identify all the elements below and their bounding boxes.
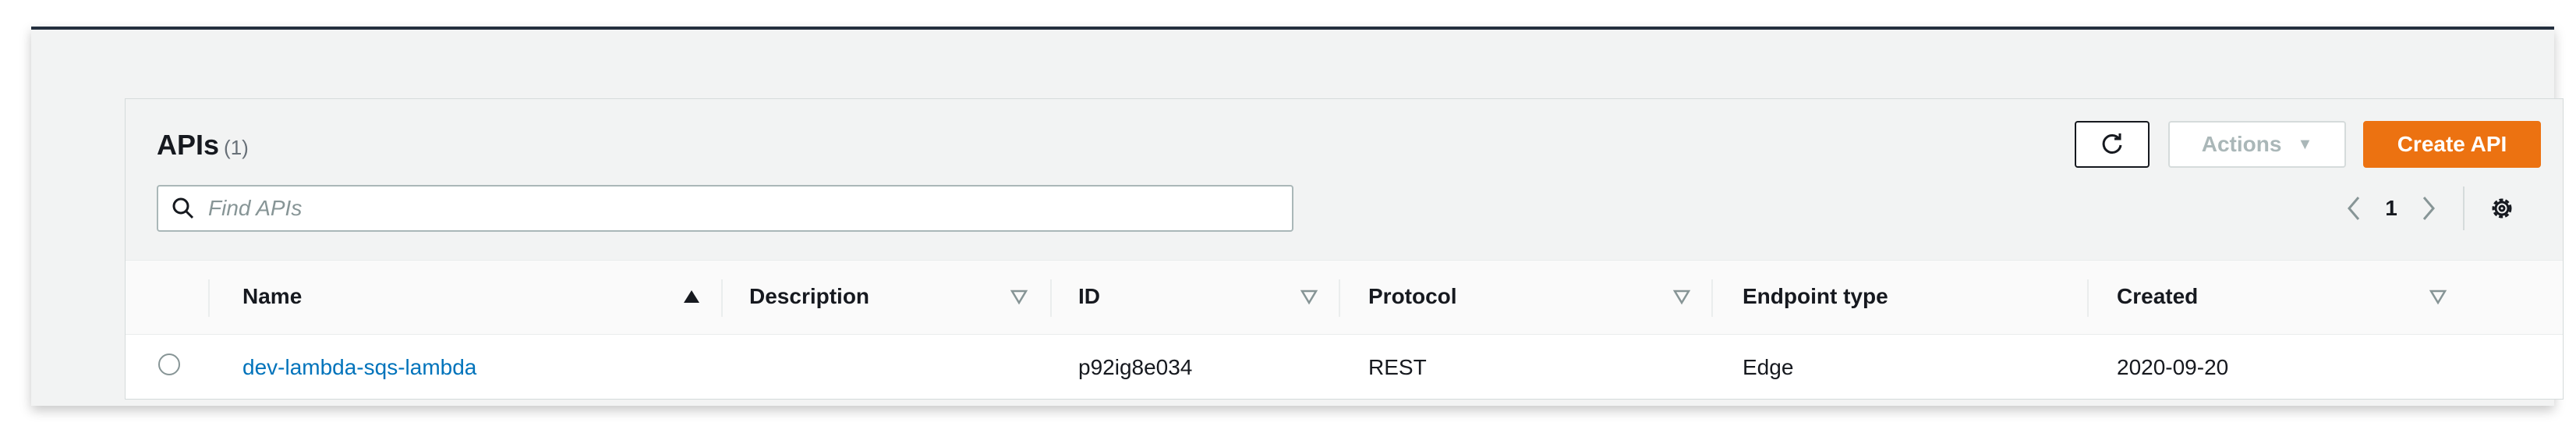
column-divider: [208, 279, 210, 317]
search-box: [157, 185, 1293, 232]
page-title-text: APIs: [157, 129, 220, 161]
column-divider: [2087, 279, 2089, 317]
row-select-radio[interactable]: [158, 354, 180, 375]
chevron-left-icon: [2348, 197, 2360, 220]
gear-icon: [2492, 198, 2512, 218]
chevron-right-icon: [2422, 197, 2435, 220]
column-header-name[interactable]: Name: [242, 284, 302, 309]
column-divider: [1050, 279, 1052, 317]
refresh-button[interactable]: [2075, 121, 2150, 168]
api-protocol: REST: [1368, 355, 1427, 379]
sort-icon[interactable]: [1008, 286, 1030, 307]
api-created-date: 2020-09-20: [2117, 355, 2229, 379]
current-page-number[interactable]: 1: [2376, 188, 2407, 229]
column-divider: [1711, 279, 1713, 317]
sort-icon[interactable]: [1298, 286, 1320, 307]
actions-label: Actions: [2201, 132, 2282, 156]
table-row[interactable]: dev-lambda-sqs-lambda p92ig8e034 REST Ed…: [126, 335, 2563, 399]
api-endpoint-type: Edge: [1743, 355, 1794, 379]
api-name-link[interactable]: dev-lambda-sqs-lambda: [242, 355, 476, 380]
column-header-id[interactable]: ID: [1078, 284, 1100, 309]
search-icon: [172, 197, 194, 219]
column-divider: [1339, 279, 1340, 317]
search-input[interactable]: [208, 193, 1276, 224]
sort-icon[interactable]: [2427, 286, 2449, 307]
page-title: APIs (1): [157, 129, 249, 162]
column-header-endpoint-type[interactable]: Endpoint type: [1743, 284, 1888, 309]
previous-page-button[interactable]: [2338, 188, 2369, 229]
column-header-description[interactable]: Description: [749, 284, 869, 309]
actions-dropdown-button[interactable]: Actions ▼: [2168, 121, 2346, 168]
apis-table-container: APIs (1) Actions ▼ Create API Find APIs …: [125, 98, 2564, 400]
column-divider: [721, 279, 723, 317]
next-page-button[interactable]: [2413, 188, 2444, 229]
table-header-bar: APIs (1) Actions ▼ Create API Find APIs …: [126, 99, 2563, 260]
column-header-created[interactable]: Created: [2117, 284, 2198, 309]
table-column-headers: Name Description ID Protocol Endpoint ty…: [126, 260, 2563, 335]
app-frame: APIs (1) Actions ▼ Create API Find APIs …: [31, 27, 2564, 406]
pagination-divider: [2463, 187, 2465, 230]
caret-down-icon: ▼: [2297, 135, 2313, 153]
api-count: (1): [224, 136, 249, 159]
refresh-icon: [2102, 133, 2122, 154]
column-header-protocol[interactable]: Protocol: [1368, 284, 1457, 309]
create-api-label: Create API: [2397, 132, 2507, 156]
create-api-button[interactable]: Create API: [2363, 121, 2541, 168]
sort-ascending-icon[interactable]: [681, 286, 702, 307]
sort-icon[interactable]: [1671, 286, 1693, 307]
preferences-button[interactable]: [2479, 188, 2525, 229]
api-id: p92ig8e034: [1078, 355, 1193, 379]
